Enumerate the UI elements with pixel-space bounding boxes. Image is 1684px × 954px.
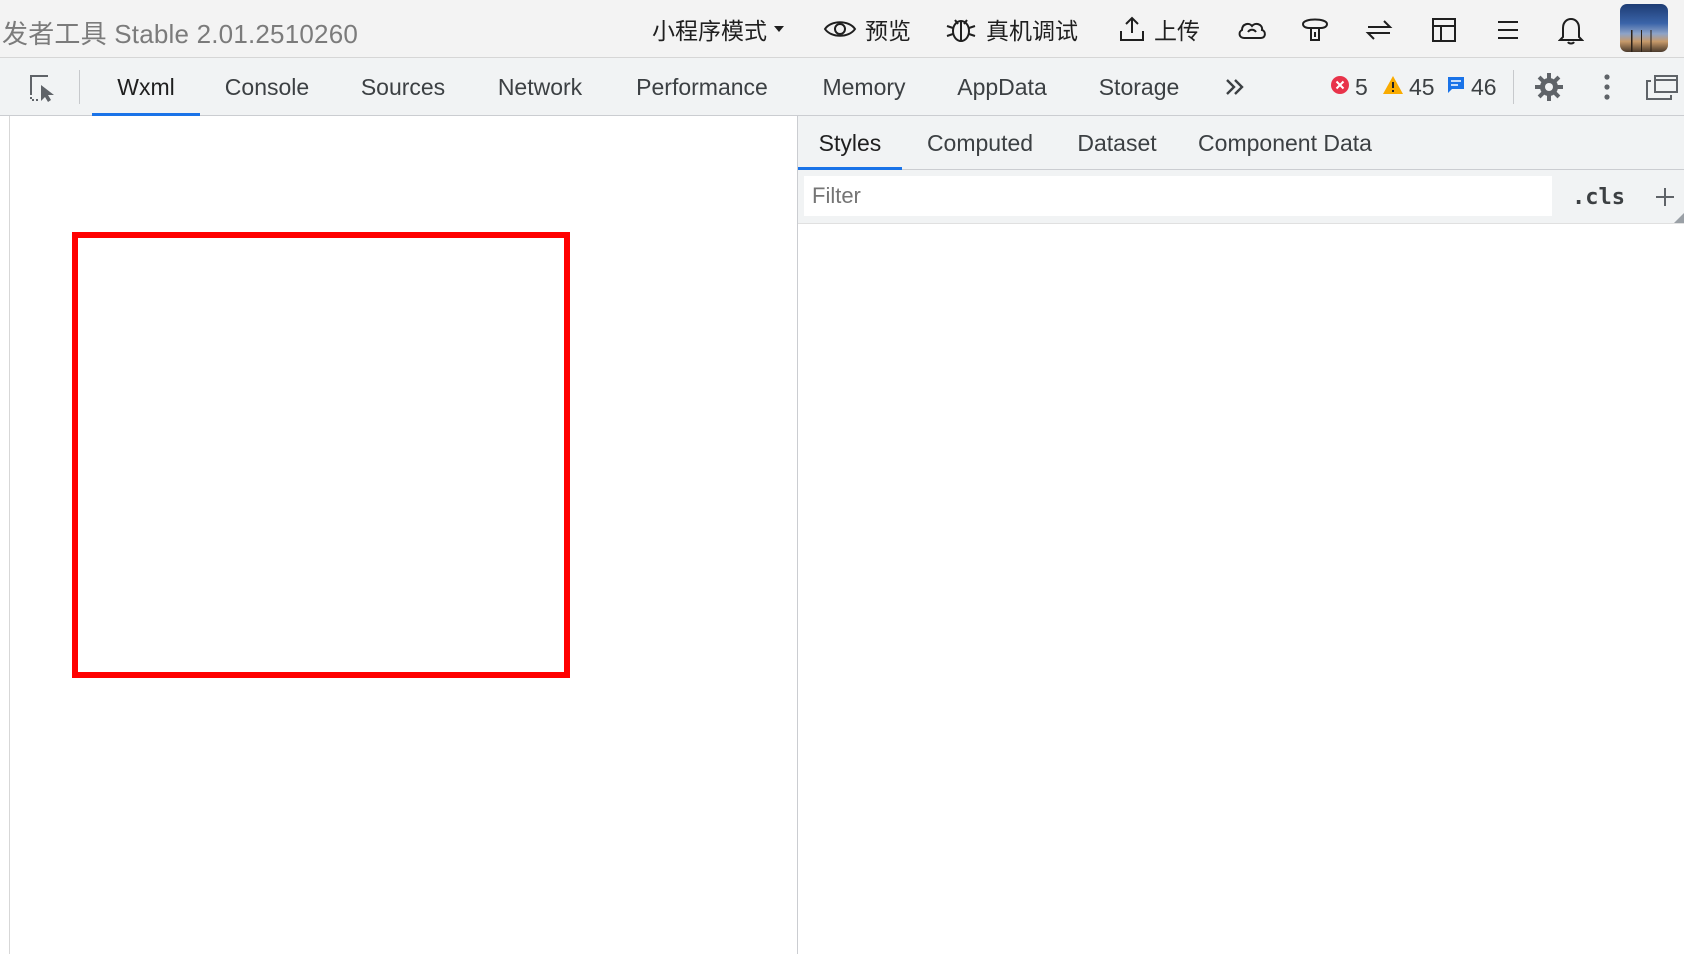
warning-count: 45 [1409,73,1435,100]
preview-button[interactable]: 预览 [823,11,911,47]
swap-icon[interactable] [1361,12,1397,48]
undock-icon[interactable] [1644,69,1680,105]
tab-network[interactable]: Network [484,58,596,116]
tab-wxml[interactable]: Wxml [92,58,200,116]
separator [79,70,80,104]
wxml-preview-panel [9,116,797,954]
upload-button[interactable]: 上传 [1118,11,1200,47]
tab-computed[interactable]: Computed [912,116,1048,170]
app-title: 发者工具 Stable 2.01.2510260 [2,19,359,49]
error-count: 5 [1355,73,1368,100]
preview-label: 预览 [865,18,911,44]
avatar[interactable] [1620,4,1668,52]
upload-icon [1118,15,1146,43]
tab-component-data[interactable]: Component Data [1188,116,1382,170]
bell-icon[interactable] [1553,12,1589,48]
remote-debug-label: 真机调试 [986,18,1078,44]
tab-styles[interactable]: Styles [798,116,902,170]
separator [1513,70,1514,104]
resize-corner-icon [1674,213,1684,223]
warning-icon [1382,74,1404,101]
error-icon [1330,74,1350,101]
highlighted-element-box[interactable] [72,232,570,678]
message-count: 46 [1471,73,1497,100]
styles-subtab-bar: Styles Computed Dataset Component Data [798,116,1684,170]
cls-toggle-button[interactable]: .cls [1572,180,1625,214]
menu-icon[interactable] [1490,12,1526,48]
mode-dropdown[interactable]: 小程序模式 [652,11,785,47]
eye-icon [823,17,857,41]
styles-panel: Styles Computed Dataset Component Data .… [798,116,1684,954]
cloud-icon[interactable] [1234,12,1270,48]
tab-sources[interactable]: Sources [348,58,458,116]
tab-dataset[interactable]: Dataset [1062,116,1172,170]
error-counter[interactable]: 5 [1330,72,1368,102]
title-bar: 发者工具 Stable 2.01.2510260 小程序模式 预览 真机调试 上… [0,0,1684,58]
message-counter[interactable]: 46 [1446,72,1497,102]
warning-counter[interactable]: 45 [1382,72,1435,102]
layout-icon[interactable] [1426,12,1462,48]
caret-down-icon [773,24,785,34]
more-tabs-icon[interactable] [1218,70,1252,104]
lamp-icon[interactable] [1297,12,1333,48]
bug-icon [944,14,978,44]
upload-label: 上传 [1154,18,1200,44]
inspect-icon[interactable] [26,72,60,104]
message-icon [1446,74,1466,101]
tab-memory[interactable]: Memory [808,58,920,116]
tab-performance[interactable]: Performance [622,58,782,116]
mode-dropdown-label: 小程序模式 [652,18,767,44]
settings-icon[interactable] [1531,69,1567,105]
devtools-tab-bar: Wxml Console Sources Network Performance… [0,58,1684,116]
tab-appdata[interactable]: AppData [946,58,1058,116]
remote-debug-button[interactable]: 真机调试 [944,11,1078,47]
add-rule-icon[interactable] [1650,180,1680,214]
styles-filter-row: .cls [798,170,1684,224]
kebab-icon[interactable] [1589,69,1625,105]
tab-console[interactable]: Console [212,58,322,116]
styles-filter-input[interactable] [804,176,1552,216]
tab-storage[interactable]: Storage [1086,58,1192,116]
